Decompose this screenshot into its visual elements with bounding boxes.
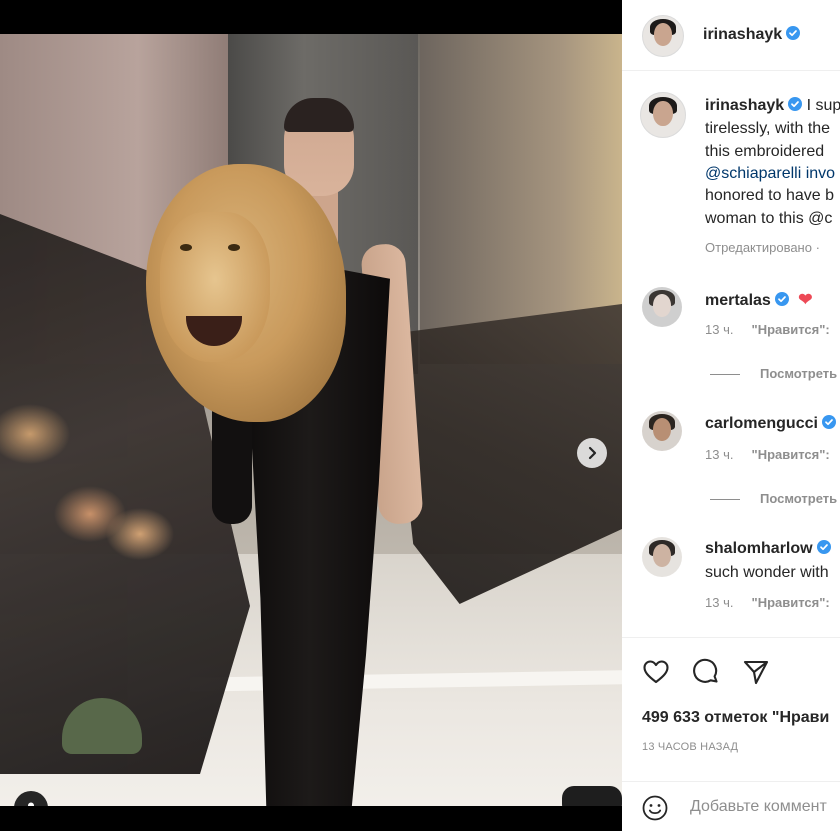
view-replies-button[interactable]: Посмотреть <box>710 491 837 506</box>
comment-likes[interactable]: "Нравится": <box>752 322 830 337</box>
caption-line-5: honored to have b <box>705 187 834 204</box>
comment-avatar[interactable] <box>642 537 682 577</box>
comment-avatar[interactable] <box>642 411 682 451</box>
view-replies-button[interactable]: Посмотреть <box>710 366 837 381</box>
share-icon[interactable] <box>742 658 770 686</box>
user-tag-icon <box>28 802 34 806</box>
post-side-panel: irinashayk irinashayk I sup tirelessly, … <box>622 0 840 831</box>
verified-icon <box>774 292 789 306</box>
comment-meta: 13 ч. "Нравится": <box>705 595 830 610</box>
lion-eye <box>180 244 192 251</box>
post-media[interactable] <box>0 34 622 806</box>
caption-avatar[interactable] <box>640 92 686 138</box>
comment-time[interactable]: 13 ч. <box>705 322 733 337</box>
post-time[interactable]: 13 ЧАСОВ НАЗАД <box>642 741 738 753</box>
avatar-face <box>653 100 673 126</box>
likes-count[interactable]: 499 633 отметок "Нрави <box>642 709 829 727</box>
avatar-face <box>653 418 671 441</box>
caption-line-4[interactable]: @schiaparelli invo <box>705 163 835 186</box>
add-comment-bar <box>622 781 840 831</box>
comment-text: such wonder with <box>705 564 829 581</box>
post-header: irinashayk <box>622 0 840 71</box>
comment-time[interactable]: 13 ч. <box>705 447 733 462</box>
caption-line-2: tirelessly, with the <box>705 120 831 137</box>
caption-line-3: this embroidered <box>705 143 825 160</box>
avatar-face <box>653 544 671 567</box>
comment-icon[interactable] <box>692 658 720 686</box>
verified-icon <box>816 540 831 554</box>
avatar-face <box>653 294 671 317</box>
verified-icon <box>821 415 836 429</box>
avatar-face <box>654 23 672 46</box>
comment-input[interactable] <box>690 794 840 820</box>
caption-line-1: irinashayk I sup <box>705 95 840 118</box>
chevron-right-icon <box>588 446 597 460</box>
edited-label: Отредактировано · <box>705 240 820 255</box>
comment-username[interactable]: shalomharlow <box>705 540 831 558</box>
post-actions: 499 633 отметок "Нрави 13 ЧАСОВ НАЗАД <box>622 637 840 831</box>
comment-likes[interactable]: "Нравится": <box>752 447 830 462</box>
caption-username[interactable]: irinashayk <box>705 97 784 114</box>
comment-username-text[interactable]: mertalas <box>705 292 771 309</box>
verified-icon <box>788 97 803 111</box>
comment-meta: 13 ч. "Нравится": <box>705 322 830 337</box>
comment-username[interactable]: mertalas ❤ <box>705 290 813 310</box>
author-username[interactable]: irinashayk <box>703 26 801 44</box>
author-avatar[interactable] <box>642 15 684 57</box>
heart-icon[interactable] <box>642 658 670 686</box>
carousel-next-button[interactable] <box>577 438 607 468</box>
comment-time[interactable]: 13 ч. <box>705 595 733 610</box>
verified-icon <box>786 26 801 40</box>
comment-meta: 13 ч. "Нравится": <box>705 447 830 462</box>
caption-text: I sup <box>806 97 840 114</box>
comment-username[interactable]: carlomengucci <box>705 415 836 433</box>
comment-username-text[interactable]: shalomharlow <box>705 540 813 557</box>
comment-username-text[interactable]: carlomengucci <box>705 415 818 432</box>
boot <box>562 786 622 806</box>
comment-avatar[interactable] <box>642 287 682 327</box>
heart-emoji: ❤ <box>798 290 813 309</box>
author-username-text[interactable]: irinashayk <box>703 26 782 43</box>
comment-likes[interactable]: "Нравится": <box>752 595 830 610</box>
caption-line-6: woman to this @c <box>705 210 833 227</box>
lion-eye <box>228 244 240 251</box>
emoji-icon[interactable] <box>642 795 668 821</box>
